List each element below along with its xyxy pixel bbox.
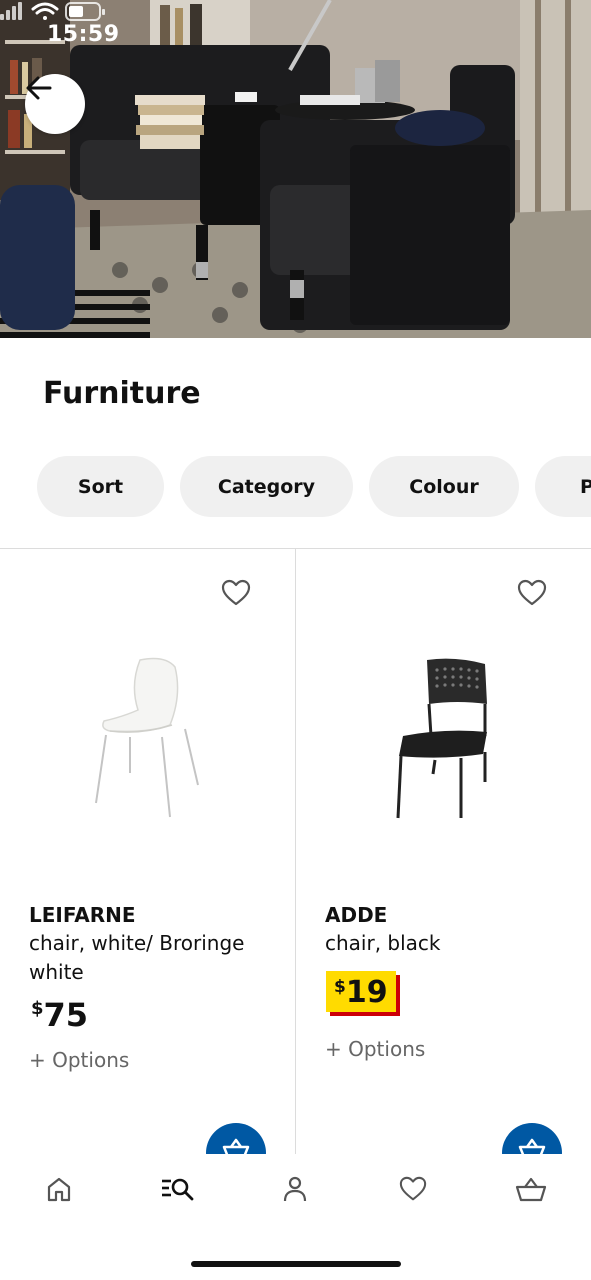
nav-profile[interactable] <box>265 1174 325 1204</box>
product-name: LEIFARNE <box>29 903 136 927</box>
search-list-icon <box>162 1178 194 1201</box>
battery-icon <box>65 2 105 21</box>
profile-icon <box>283 1176 307 1202</box>
status-icons <box>0 2 105 21</box>
back-button[interactable] <box>25 74 85 134</box>
price-amount: 75 <box>43 996 89 1034</box>
arrow-left-icon <box>26 76 52 100</box>
heart-icon[interactable] <box>221 578 251 608</box>
sort-chip[interactable]: Sort <box>37 456 164 517</box>
price-currency: $ <box>31 998 44 1019</box>
product-price: $75 <box>31 996 88 1034</box>
heart-icon[interactable] <box>517 578 547 608</box>
hero-image: 15:59 <box>0 0 591 338</box>
product-description: chair, white/ Broringe white <box>29 931 245 984</box>
category-chip[interactable]: Category <box>180 456 353 517</box>
product-card-adde[interactable] <box>296 549 591 1154</box>
colour-chip[interactable]: Colour <box>369 456 519 517</box>
product-options-link[interactable]: + Options <box>325 1037 425 1061</box>
product-price-highlight: $19 <box>326 971 396 1012</box>
nav-home[interactable] <box>29 1174 89 1204</box>
nav-search[interactable] <box>147 1174 207 1204</box>
heart-icon <box>399 1176 427 1201</box>
status-bar: 15:59 <box>0 0 591 72</box>
basket-icon <box>515 1177 547 1202</box>
price-chip[interactable]: P <box>535 456 591 517</box>
product-name: ADDE <box>325 903 388 927</box>
filter-chips: Sort Category Colour P <box>0 456 591 518</box>
home-icon <box>47 1177 71 1202</box>
adde-chair-image <box>396 658 487 819</box>
product-options-link[interactable]: + Options <box>29 1048 129 1072</box>
product-description: chair, black <box>325 931 441 955</box>
price-currency: $ <box>334 977 346 997</box>
price-amount: 19 <box>345 975 388 1010</box>
nav-basket[interactable] <box>501 1174 561 1204</box>
nav-favourites[interactable] <box>383 1174 443 1204</box>
home-indicator <box>191 1261 401 1267</box>
status-time: 15:59 <box>47 22 120 47</box>
wifi-icon <box>31 2 59 20</box>
page-title: Furniture <box>43 376 201 411</box>
signal-icon <box>0 2 22 20</box>
leifarne-chair-image <box>95 657 199 818</box>
